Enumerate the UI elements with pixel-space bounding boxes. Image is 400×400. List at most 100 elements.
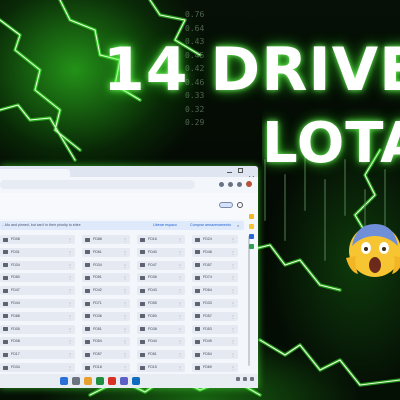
folder-tile[interactable]: FD50 ⋮ [137, 311, 185, 321]
more-options-icon[interactable]: ⋮ [123, 287, 127, 294]
maximize-icon[interactable] [238, 168, 243, 173]
more-options-icon[interactable]: ⋮ [123, 338, 127, 345]
more-options-icon[interactable]: ⋮ [178, 236, 182, 243]
view-toggle[interactable] [219, 202, 233, 208]
more-options-icon[interactable]: ⋮ [123, 236, 127, 243]
more-options-icon[interactable]: ⋮ [68, 338, 72, 345]
profile-avatar[interactable] [246, 181, 252, 187]
keep-icon[interactable] [249, 224, 254, 229]
extension-icon[interactable] [219, 181, 224, 187]
folder-tile[interactable]: FD34 ⋮ [82, 260, 130, 270]
folder-tile[interactable]: FD53 ⋮ [192, 324, 238, 334]
folder-tile[interactable]: FD55 ⋮ [137, 299, 185, 308]
folder-tile[interactable]: FD48 ⋮ [192, 247, 238, 257]
more-options-icon[interactable]: ⋮ [123, 313, 127, 320]
folder-tile[interactable]: FD47 ⋮ [137, 260, 185, 270]
more-options-icon[interactable]: ⋮ [231, 326, 235, 333]
folder-tile[interactable]: FD50 ⋮ [0, 273, 75, 283]
more-options-icon[interactable]: ⋮ [178, 249, 182, 256]
folder-tile[interactable]: FD18 ⋮ [82, 363, 130, 372]
more-options-icon[interactable]: ⋮ [231, 300, 235, 307]
folder-tile[interactable]: FD08 ⋮ [0, 235, 75, 244]
more-options-icon[interactable]: ⋮ [68, 287, 72, 294]
tasks-icon[interactable] [249, 234, 254, 239]
folder-tile[interactable]: FD51 ⋮ [137, 350, 185, 360]
folder-tile[interactable]: FD51 ⋮ [82, 324, 130, 334]
start-icon[interactable] [60, 377, 68, 385]
folder-tile[interactable]: FD42 ⋮ [82, 286, 130, 296]
battery-icon[interactable] [250, 377, 254, 381]
folder-tile[interactable]: FD44 ⋮ [137, 337, 185, 347]
folder-tile[interactable]: FD69 ⋮ [192, 363, 238, 372]
more-options-icon[interactable]: ⋮ [231, 338, 235, 345]
more-options-icon[interactable]: ⋮ [123, 364, 127, 371]
folder-tile[interactable]: FD64 ⋮ [192, 286, 238, 296]
contacts-icon[interactable] [249, 244, 254, 249]
folder-tile[interactable]: FD16 ⋮ [137, 235, 185, 244]
folder-tile[interactable]: FD40 ⋮ [137, 247, 185, 257]
menu-icon[interactable] [237, 181, 242, 187]
edge-icon[interactable] [132, 377, 140, 385]
folder-tile[interactable]: FD57 ⋮ [192, 260, 238, 270]
wifi-icon[interactable] [236, 377, 240, 381]
more-options-icon[interactable]: ⋮ [123, 351, 127, 358]
folder-tile[interactable]: FD36 ⋮ [137, 273, 185, 283]
buy-storage-link[interactable]: Comprar armazenamento [190, 222, 231, 229]
folder-tile[interactable]: FD47 ⋮ [0, 286, 75, 296]
more-options-icon[interactable]: ⋮ [178, 262, 182, 269]
close-banner-icon[interactable]: × [237, 222, 239, 229]
search-icon[interactable] [72, 377, 80, 385]
minimize-icon[interactable] [227, 168, 232, 173]
folder-tile[interactable]: FD57 ⋮ [82, 350, 130, 360]
more-options-icon[interactable]: ⋮ [68, 351, 72, 358]
teams-icon[interactable] [120, 377, 128, 385]
more-options-icon[interactable]: ⋮ [68, 300, 72, 307]
folder-tile[interactable]: FD43 ⋮ [137, 286, 185, 296]
folder-tile[interactable]: FD71 ⋮ [82, 299, 130, 308]
folder-tile[interactable]: FD61 ⋮ [82, 247, 130, 257]
more-options-icon[interactable]: ⋮ [68, 274, 72, 281]
more-options-icon[interactable]: ⋮ [68, 313, 72, 320]
more-options-icon[interactable]: ⋮ [231, 351, 235, 358]
more-options-icon[interactable]: ⋮ [68, 364, 72, 371]
more-options-icon[interactable]: ⋮ [231, 249, 235, 256]
more-options-icon[interactable]: ⋮ [178, 338, 182, 345]
folder-tile[interactable]: FD05 ⋮ [0, 324, 75, 334]
more-options-icon[interactable]: ⋮ [178, 313, 182, 320]
bookmark-icon[interactable] [228, 181, 233, 187]
more-options-icon[interactable]: ⋮ [178, 287, 182, 294]
folder-tile[interactable]: FD34 ⋮ [0, 260, 75, 270]
browser-tab[interactable] [0, 169, 70, 177]
chrome-icon[interactable] [96, 377, 104, 385]
more-options-icon[interactable]: ⋮ [178, 351, 182, 358]
more-options-icon[interactable]: ⋮ [178, 326, 182, 333]
more-options-icon[interactable]: ⋮ [68, 326, 72, 333]
file-explorer-icon[interactable] [84, 377, 92, 385]
more-options-icon[interactable]: ⋮ [231, 236, 235, 243]
folder-tile[interactable]: FD08 ⋮ [0, 337, 75, 347]
app-icon[interactable] [108, 377, 116, 385]
folder-tile[interactable]: FD88 ⋮ [82, 235, 130, 244]
more-options-icon[interactable]: ⋮ [231, 287, 235, 294]
more-options-icon[interactable]: ⋮ [68, 249, 72, 256]
more-options-icon[interactable]: ⋮ [123, 249, 127, 256]
more-options-icon[interactable]: ⋮ [178, 364, 182, 371]
folder-tile[interactable]: FD49 ⋮ [192, 337, 238, 347]
folder-tile[interactable]: FD57 ⋮ [192, 311, 238, 321]
more-options-icon[interactable]: ⋮ [231, 262, 235, 269]
free-space-link[interactable]: Liberar espaco [153, 222, 177, 229]
more-options-icon[interactable]: ⋮ [231, 364, 235, 371]
more-options-icon[interactable]: ⋮ [178, 274, 182, 281]
more-options-icon[interactable]: ⋮ [68, 262, 72, 269]
folder-tile[interactable]: FD17 ⋮ [0, 350, 75, 360]
more-options-icon[interactable]: ⋮ [123, 262, 127, 269]
folder-tile[interactable]: FD36 ⋮ [82, 311, 130, 321]
folder-tile[interactable]: FD51 ⋮ [82, 273, 130, 283]
volume-icon[interactable] [243, 377, 247, 381]
folder-tile[interactable]: FD44 ⋮ [0, 299, 75, 308]
folder-tile[interactable]: FD54 ⋮ [82, 337, 130, 347]
folder-tile[interactable]: FD54 ⋮ [192, 350, 238, 360]
close-icon[interactable] [248, 168, 255, 182]
folder-tile[interactable]: FD74 ⋮ [192, 273, 238, 283]
calendar-icon[interactable] [249, 214, 254, 219]
